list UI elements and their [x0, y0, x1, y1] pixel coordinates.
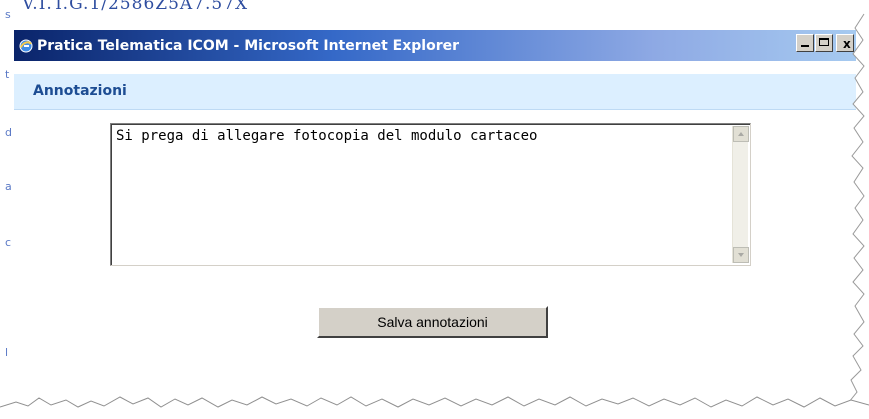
annotations-textarea-frame: Si prega di allegare fotocopia del modul… [110, 123, 751, 266]
annotations-title: Annotazioni [33, 83, 127, 99]
background-left-marks: s t d a c l [0, 0, 14, 419]
scroll-down-icon[interactable] [733, 247, 749, 263]
annotations-vertical-scrollbar[interactable] [732, 126, 749, 263]
maximize-button[interactable] [815, 34, 833, 52]
window-titlebar[interactable]: Pratica Telematica ICOM - Microsoft Inte… [14, 30, 856, 61]
minimize-button[interactable] [796, 34, 814, 52]
background-page-caption: V.I.T.G.1/2586Z5A7.57X [22, 0, 249, 14]
annotations-header: Annotazioni [14, 74, 856, 110]
scroll-up-icon[interactable] [733, 126, 749, 142]
background-left-mark-d: d [5, 126, 12, 139]
save-annotations-button[interactable]: Salva annotazioni [317, 306, 548, 338]
window-controls: x [796, 34, 854, 52]
annotations-textarea[interactable]: Si prega di allegare fotocopia del modul… [116, 127, 726, 259]
background-left-mark-s: s [5, 8, 11, 21]
ie-popup-window: Pratica Telematica ICOM - Microsoft Inte… [14, 30, 856, 419]
torn-bottom-edge [0, 396, 869, 419]
background-left-mark-t: t [5, 68, 10, 81]
torn-right-edge [849, 0, 869, 419]
background-left-mark-c: c [5, 236, 12, 249]
popup-content: Annotazioni Si prega di allegare fotocop… [14, 61, 856, 419]
background-left-mark-l: l [5, 346, 9, 359]
internet-explorer-icon [17, 37, 34, 54]
background-left-mark-a: a [5, 180, 12, 193]
screenshot-stage: V.I.T.G.1/2586Z5A7.57X s t d a c l Prati… [0, 0, 869, 419]
window-title: Pratica Telematica ICOM - Microsoft Inte… [37, 37, 460, 54]
